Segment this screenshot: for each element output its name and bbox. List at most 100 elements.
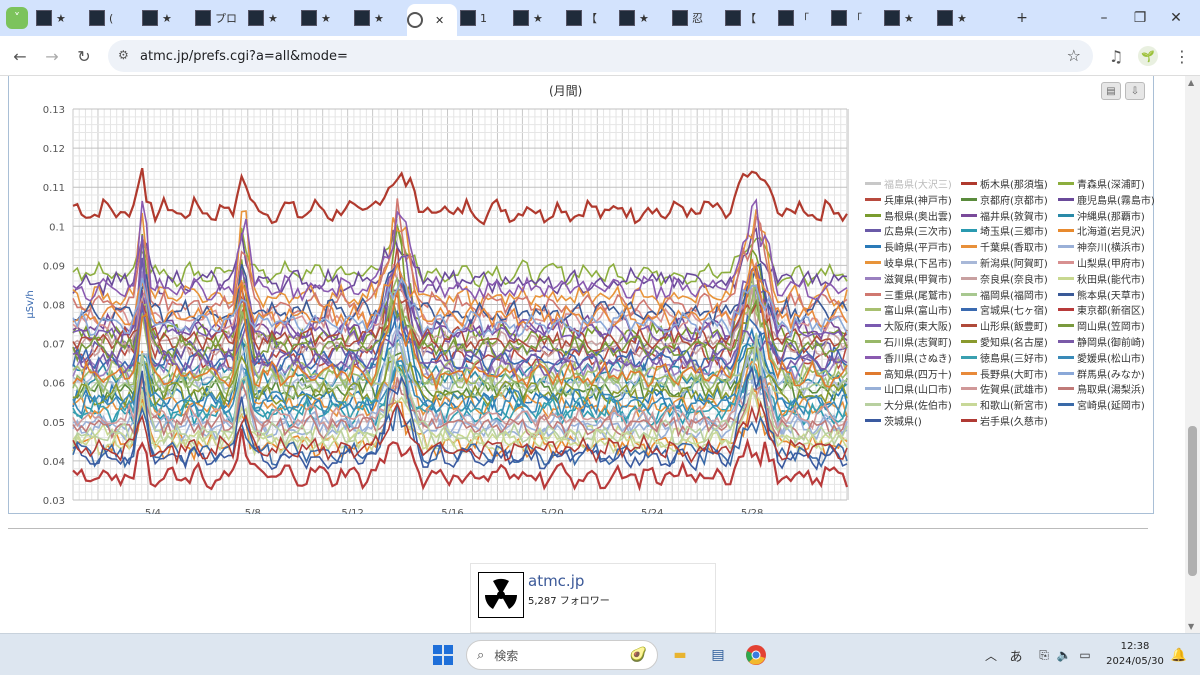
new-tab-button[interactable]: + [1010, 6, 1034, 30]
minimize-icon[interactable]: – [1092, 6, 1116, 30]
browser-tab[interactable]: 忍 [672, 4, 722, 32]
browser-tab[interactable]: ★ [354, 4, 404, 32]
browser-tab[interactable]: ★ [248, 4, 298, 32]
legend-item[interactable]: 新潟県(阿賀町) [961, 255, 1048, 270]
legend-item[interactable]: 佐賀県(武雄市) [961, 381, 1048, 396]
legend-item[interactable]: 秋田県(能代市) [1058, 271, 1145, 286]
reload-icon[interactable]: ↻ [72, 44, 96, 68]
legend-item[interactable]: 静岡県(御前崎) [1058, 334, 1145, 349]
legend-item[interactable]: 香川県(さぬき) [865, 350, 952, 365]
browser-tab[interactable]: 【 [566, 4, 616, 32]
legend-item[interactable]: 北海道(岩見沢) [1058, 223, 1145, 238]
legend-item[interactable]: 神奈川(横浜市) [1058, 239, 1145, 254]
legend-item[interactable]: 群馬県(みなか) [1058, 366, 1145, 381]
notification-bell-icon[interactable]: 🔔 [1166, 642, 1192, 668]
ime-indicator[interactable]: あ [1003, 642, 1029, 668]
legend-item[interactable]: 福井県(敦賀市) [961, 208, 1048, 223]
scroll-up-icon[interactable]: ▲ [1188, 78, 1194, 87]
legend-item[interactable]: 福岡県(福岡市) [961, 287, 1048, 302]
facebook-card[interactable]: atmc.jp 5,287 フォロワー [470, 563, 716, 633]
tab-search-button[interactable]: ˅ [6, 7, 28, 29]
browser-tab[interactable]: ★ [619, 4, 669, 32]
legend-item[interactable]: 岡山県(笠岡市) [1058, 318, 1145, 333]
legend-item[interactable]: 広島県(三次市) [865, 223, 952, 238]
browser-tab[interactable]: ( [89, 4, 139, 32]
legend-item[interactable]: 兵庫県(神戸市) [865, 192, 952, 207]
legend-label: 兵庫県(神戸市) [884, 195, 952, 207]
legend-item[interactable]: 大阪府(東大阪) [865, 318, 952, 333]
windows-start-icon[interactable] [430, 642, 456, 668]
close-icon[interactable]: ✕ [1164, 6, 1188, 30]
browser-tab[interactable]: ★ [513, 4, 563, 32]
taskbar-search[interactable]: ⌕ 検索 🥑 [466, 640, 658, 670]
facebook-page-name[interactable]: atmc.jp [528, 572, 584, 590]
print-icon[interactable]: ▤ [1101, 82, 1121, 100]
page-scrollbar[interactable]: ▲ ▼ [1185, 76, 1200, 633]
legend-item[interactable]: 三重県(尾鷲市) [865, 287, 952, 302]
browser-tab[interactable]: ★ [937, 4, 987, 32]
legend-item[interactable]: 長野県(大町市) [961, 366, 1048, 381]
browser-tab[interactable]: ★ [301, 4, 351, 32]
tray-chevron-icon[interactable]: ︿ [978, 642, 1004, 668]
forward-icon[interactable]: → [40, 44, 64, 68]
site-info-icon[interactable]: ⚙ [118, 48, 129, 62]
media-control-icon[interactable]: ♫ [1104, 44, 1128, 68]
legend-item[interactable]: 岐阜県(下呂市) [865, 255, 952, 270]
address-bar[interactable]: ⚙ atmc.jp/prefs.cgi?a=all&mode= ☆ [108, 40, 1093, 72]
browser-tab[interactable]: 【 [725, 4, 775, 32]
legend-item[interactable]: 東京都(新宿区) [1058, 302, 1145, 317]
legend-item[interactable]: 徳島県(三好市) [961, 350, 1048, 365]
maximize-icon[interactable]: ❐ [1128, 6, 1152, 30]
legend-item[interactable]: 埼玉県(三郷市) [961, 223, 1048, 238]
browser-tab[interactable]: プロ [195, 4, 245, 32]
legend-item[interactable]: 愛媛県(松山市) [1058, 350, 1145, 365]
browser-tab[interactable]: 「 [831, 4, 881, 32]
menu-icon[interactable]: ⋮ [1170, 44, 1194, 68]
browser-tab[interactable]: ★ [36, 4, 86, 32]
legend-item[interactable]: 高知県(四万十) [865, 366, 952, 381]
scroll-down-icon[interactable]: ▼ [1188, 622, 1194, 631]
legend-item[interactable]: 山口県(山口市) [865, 381, 952, 396]
legend-item[interactable]: 宮城県(七ヶ宿) [961, 302, 1048, 317]
scroll-thumb[interactable] [1188, 426, 1197, 576]
legend-item[interactable]: 石川県(志賀町) [865, 334, 952, 349]
clock[interactable]: 12:38 2024/05/30 [1105, 639, 1165, 669]
legend-item[interactable]: 鹿児島県(霧島市) [1058, 192, 1155, 207]
legend-item[interactable]: 愛知県(名古屋) [961, 334, 1048, 349]
legend-item[interactable]: 鳥取県(湯梨浜) [1058, 381, 1145, 396]
legend-item[interactable]: 長崎県(平戸市) [865, 239, 952, 254]
chrome-icon[interactable] [743, 642, 769, 668]
profile-avatar[interactable]: 🌱 [1138, 46, 1158, 66]
legend-item[interactable]: 和歌山(新宮市) [961, 397, 1048, 412]
browser-tab[interactable]: ★ [884, 4, 934, 32]
legend-item[interactable]: 山形県(飯豊町) [961, 318, 1048, 333]
legend-item[interactable]: 大分県(佐伯市) [865, 397, 952, 412]
legend-item[interactable]: 宮崎県(延岡市) [1058, 397, 1145, 412]
browser-tab[interactable]: 「 [778, 4, 828, 32]
tab-close-icon[interactable]: ✕ [435, 14, 444, 27]
legend-item[interactable]: 熊本県(天草市) [1058, 287, 1145, 302]
battery-icon[interactable]: ▭ [1072, 642, 1098, 668]
legend-item[interactable]: 京都府(京都市) [961, 192, 1048, 207]
browser-tab[interactable]: ✕ [407, 4, 457, 36]
legend-item[interactable]: 滋賀県(甲賀市) [865, 271, 952, 286]
bookmark-star-icon[interactable]: ☆ [1067, 46, 1081, 65]
legend-item[interactable]: 沖縄県(那覇市) [1058, 208, 1145, 223]
legend-swatch [961, 182, 977, 185]
legend-item[interactable]: 福島県(大沢三) [865, 176, 952, 191]
legend-item[interactable]: 山梨県(甲府市) [1058, 255, 1145, 270]
legend-item[interactable]: 岩手県(久慈市) [961, 413, 1048, 428]
legend-item[interactable]: 茨城県() [865, 413, 922, 428]
download-icon[interactable]: ⇩ [1125, 82, 1145, 100]
notepad-icon[interactable]: ▤ [705, 642, 731, 668]
back-icon[interactable]: ← [8, 44, 32, 68]
legend-item[interactable]: 奈良県(奈良市) [961, 271, 1048, 286]
legend-item[interactable]: 栃木県(那須塩) [961, 176, 1048, 191]
legend-item[interactable]: 島根県(奥出雲) [865, 208, 952, 223]
browser-tab[interactable]: ★ [142, 4, 192, 32]
legend-item[interactable]: 千葉県(香取市) [961, 239, 1048, 254]
file-explorer-icon[interactable]: ▬ [667, 642, 693, 668]
legend-item[interactable]: 富山県(富山市) [865, 302, 952, 317]
legend-item[interactable]: 青森県(深浦町) [1058, 176, 1145, 191]
browser-tab[interactable]: 1 [460, 4, 510, 32]
